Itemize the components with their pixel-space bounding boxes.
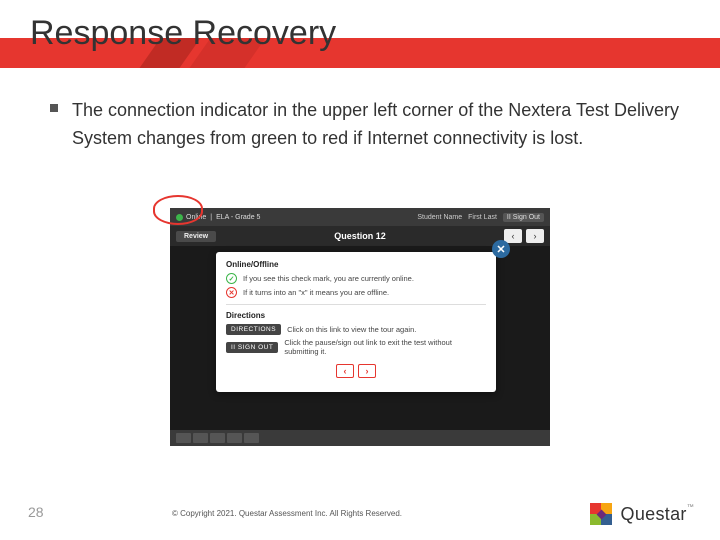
online-desc: If you see this check mark, you are curr… xyxy=(243,274,414,283)
breadcrumb: ELA - Grade 5 xyxy=(216,214,260,221)
review-tab[interactable]: Review xyxy=(176,231,216,242)
tour-modal: Online/Offline ✓ If you see this check m… xyxy=(216,252,496,392)
modal-next-button[interactable]: › xyxy=(358,364,376,378)
student-name-label: Student Name xyxy=(417,214,462,221)
modal-nav: ‹ › xyxy=(226,364,486,378)
prev-question-button[interactable]: ‹ xyxy=(504,229,522,243)
logo-wordmark: Questar™ xyxy=(621,504,694,525)
questar-logo: Questar™ xyxy=(587,500,694,528)
modal-divider xyxy=(226,304,486,305)
body-content: The connection indicator in the upper le… xyxy=(50,96,680,153)
student-name-value: First Last xyxy=(468,214,497,221)
red-circle-annotation xyxy=(153,195,203,225)
pause-signout-button[interactable]: II SIGN OUT xyxy=(226,342,278,353)
embedded-screenshot: Online | ELA - Grade 5 Student Name Firs… xyxy=(170,208,550,446)
separator: | xyxy=(210,214,212,221)
app-footer-toolbar xyxy=(170,430,550,446)
tool-button[interactable] xyxy=(210,433,225,443)
page-number: 28 xyxy=(28,504,44,520)
app-top-bar: Online | ELA - Grade 5 Student Name Firs… xyxy=(170,208,550,226)
offline-desc: If it turns into an "x" it means you are… xyxy=(243,288,389,297)
bullet-item: The connection indicator in the upper le… xyxy=(50,96,680,153)
tool-button[interactable] xyxy=(227,433,242,443)
close-icon[interactable]: ✕ xyxy=(492,240,510,258)
next-question-button[interactable]: › xyxy=(526,229,544,243)
modal-heading-online: Online/Offline xyxy=(226,260,486,269)
zoom-in-button[interactable] xyxy=(193,433,208,443)
page-title: Response Recovery xyxy=(30,14,336,53)
bullet-text: The connection indicator in the upper le… xyxy=(72,96,680,153)
modal-heading-directions: Directions xyxy=(226,311,486,320)
x-mark-icon: ✕ xyxy=(226,287,237,298)
copyright-text: © Copyright 2021. Questar Assessment Inc… xyxy=(172,509,402,518)
modal-prev-button[interactable]: ‹ xyxy=(336,364,354,378)
tool-button[interactable] xyxy=(244,433,259,443)
zoom-out-button[interactable] xyxy=(176,433,191,443)
logo-mark-icon xyxy=(587,500,615,528)
question-label: Question 12 xyxy=(334,231,386,241)
sign-out-link[interactable]: II Sign Out xyxy=(503,213,544,222)
directions-desc: Click on this link to view the tour agai… xyxy=(287,325,416,334)
pause-desc: Click the pause/sign out link to exit th… xyxy=(284,338,486,356)
checkmark-icon: ✓ xyxy=(226,273,237,284)
directions-button[interactable]: DIRECTIONS xyxy=(226,324,281,335)
bullet-marker xyxy=(50,104,58,112)
